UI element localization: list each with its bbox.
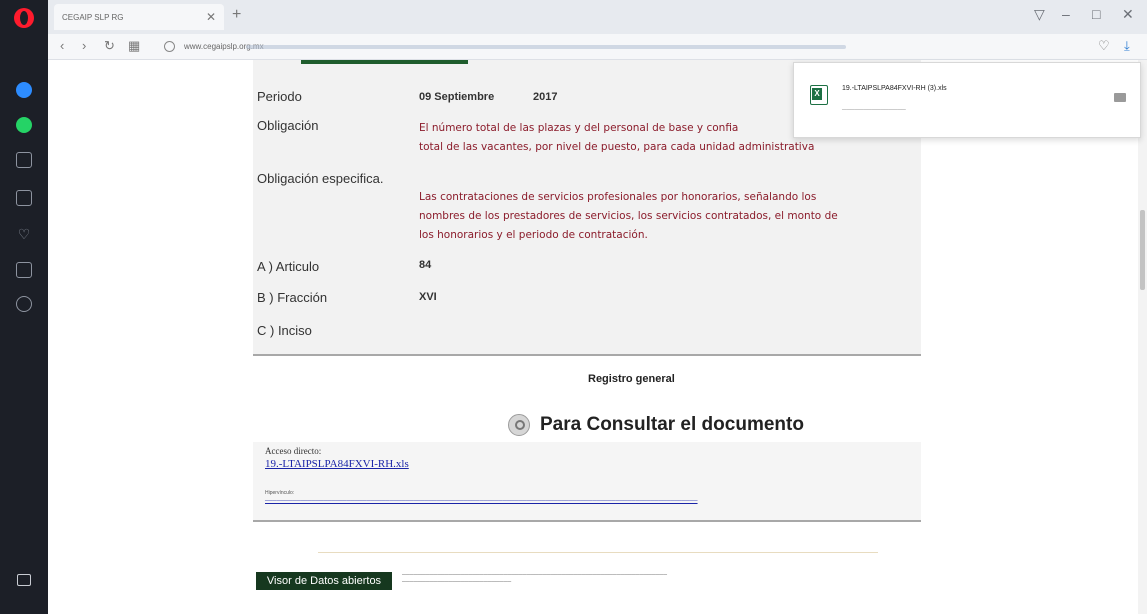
registro-general-title: Registro general [588, 373, 675, 385]
download-status: ─────────────── [842, 107, 906, 113]
periodo-year: 2017 [533, 91, 558, 103]
acceso-directo-label: Acceso directo: [265, 446, 322, 456]
new-tab-icon[interactable]: + [232, 6, 241, 24]
tab-active[interactable]: CEGAIP SLP RG ✕ [54, 4, 224, 30]
site-info-icon[interactable] [164, 41, 175, 52]
fraccion-value: XVI [419, 291, 437, 303]
articulo-value: 84 [419, 259, 432, 271]
speed-dial-icon[interactable] [16, 152, 32, 168]
especifica-line-3: los honorarios y el periodo de contratac… [419, 229, 648, 241]
show-in-folder-icon[interactable] [1114, 93, 1126, 102]
inciso-label: C ) Inciso [257, 323, 312, 338]
forward-icon[interactable]: › [82, 38, 86, 53]
page-content: Periodo 09 Septiembre 2017 Obligación El… [48, 60, 1147, 614]
scrollbar-thumb[interactable] [1140, 210, 1145, 290]
minimize-icon[interactable]: – [1062, 6, 1070, 22]
downloads-icon[interactable]: ⤓ [1124, 38, 1130, 54]
browser-sidebar: ♡ [0, 0, 48, 614]
history-icon[interactable] [16, 296, 32, 312]
periodo-label: Periodo [257, 89, 302, 104]
tab-bar: CEGAIP SLP RG ✕ + ▽ – □ ✕ [48, 0, 1147, 34]
green-accent-bar [301, 60, 468, 64]
url-path [246, 45, 846, 49]
consult-heading-text: Para Consultar el documento [540, 414, 804, 435]
news-icon[interactable] [16, 190, 32, 206]
back-icon[interactable]: ‹ [60, 38, 64, 53]
messenger-icon[interactable] [16, 82, 32, 98]
fraccion-label: B ) Fracción [257, 290, 328, 305]
periodo-value: 09 Septiembre [419, 91, 495, 103]
snapshots-icon[interactable] [16, 262, 32, 278]
maximize-icon[interactable]: □ [1092, 6, 1100, 22]
opera-logo-icon[interactable] [14, 8, 34, 28]
address-bar: ‹ › ↻ ▦ www.cegaipslp.org.mx ♡ ⤓ [48, 34, 1147, 60]
acceso-panel: Acceso directo: 19.-LTAIPSLPA84FXVI-RH.x… [253, 442, 921, 522]
magnifier-icon [508, 414, 530, 436]
bookmarks-heart-icon[interactable]: ♡ [16, 226, 32, 242]
excel-file-icon [810, 85, 828, 105]
obligacion-line-1: El número total de las plazas y del pers… [419, 122, 739, 134]
page-scrollbar[interactable] [1138, 60, 1147, 614]
consult-heading: Para Consultar el documento [508, 414, 804, 436]
obligacion-especifica-label: Obligación especifica. [257, 171, 384, 186]
download-popup: 19.-LTAIPSLPA84FXVI-RH (3).xls ─────────… [793, 62, 1141, 138]
obligacion-label: Obligación [257, 118, 319, 133]
close-window-icon[interactable]: ✕ [1122, 6, 1134, 23]
whatsapp-icon[interactable] [16, 117, 32, 133]
visor-datos-abiertos-button[interactable]: Visor de Datos abiertos [256, 572, 392, 590]
acceso-directo-link[interactable]: 19.-LTAIPSLPA84FXVI-RH.xls [265, 458, 409, 470]
hipervinculo-label: Hipervínculo: [265, 490, 295, 496]
reload-icon[interactable]: ↻ [104, 38, 115, 54]
obligacion-line-2: total de las vacantes, por nivel de pues… [419, 141, 815, 153]
hipervinculo-link[interactable]: ────────────────────────────────────────… [265, 498, 698, 504]
section-divider [318, 552, 878, 553]
bookmark-heart-icon[interactable]: ♡ [1098, 38, 1110, 54]
especifica-line-1: Las contrataciones de servicios profesio… [419, 191, 817, 203]
download-filename[interactable]: 19.-LTAIPSLPA84FXVI-RH (3).xls [842, 85, 947, 92]
tab-close-icon[interactable]: ✕ [206, 10, 216, 24]
tab-title: CEGAIP SLP RG [62, 12, 124, 22]
articulo-label: A ) Articulo [257, 259, 320, 274]
sidebar-toggle-icon[interactable] [17, 574, 31, 586]
tabs-grid-icon[interactable]: ▦ [128, 38, 140, 54]
url-field[interactable]: www.cegaipslp.org.mx [160, 37, 1080, 57]
visor-description: ────────────────────────────────────────… [402, 572, 667, 585]
easy-setup-icon[interactable]: ▽ [1034, 6, 1045, 23]
especifica-line-2: nombres de los prestadores de servicios,… [419, 210, 838, 222]
